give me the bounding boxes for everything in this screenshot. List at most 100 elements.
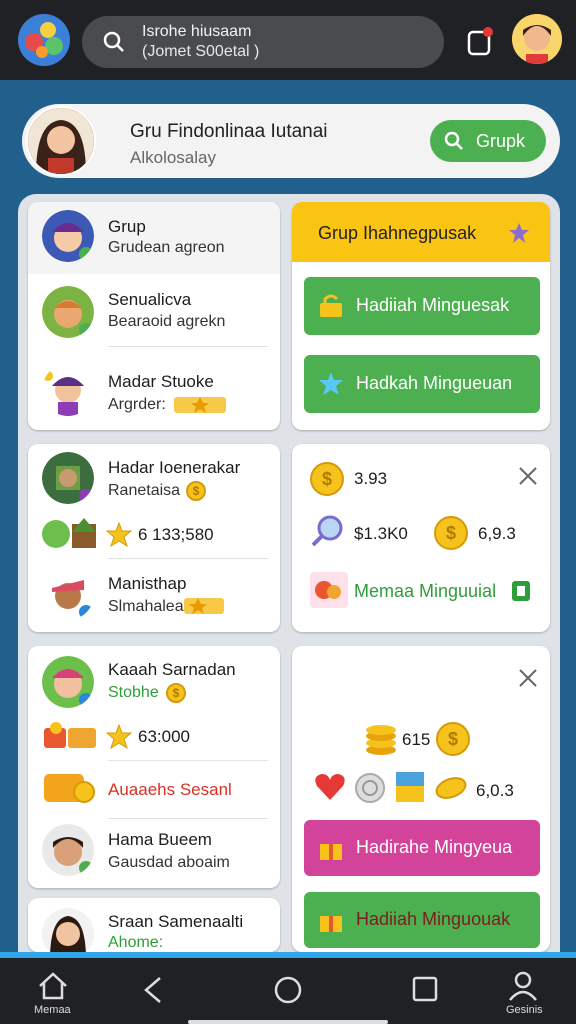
weekly-reward-label-green: Hadiiah Minguouak — [356, 909, 511, 929]
activity-card: Kaaah Sarnadan Stobhe $ 63:000 Auaaehs S… — [28, 646, 280, 888]
list-item[interactable]: Senualicva Bearaoid agrekn — [28, 274, 280, 352]
star-icon — [318, 371, 344, 402]
member-name: Hadar Ioenerakar — [108, 458, 241, 477]
member-subtitle: Ranetaisa — [108, 482, 181, 499]
member-card-partial: Sraan Samenaalti Ahome: — [28, 898, 280, 952]
gift-icon — [318, 836, 344, 867]
coin-icon: $ — [186, 481, 206, 501]
list-item[interactable]: Sraan Samenaalti Ahome: — [28, 898, 280, 952]
member-name: Senualicva — [108, 290, 192, 309]
search-text-line1: Isrohe hiusaam — [142, 23, 252, 40]
coin-icon: $ — [166, 683, 186, 703]
weekly-reward-label-2: Hadkah Mingueuan — [356, 373, 513, 393]
search-icon — [103, 31, 124, 52]
notification-icon[interactable] — [466, 26, 496, 58]
reward-badge-icon — [174, 395, 226, 420]
user-avatar[interactable] — [512, 14, 562, 64]
avatar-face-icon — [42, 656, 94, 708]
member-subtitle: Ahome: — [108, 934, 164, 951]
coin-value: 6,9.3 — [478, 524, 516, 543]
list-item[interactable]: Auaaehs Sesanl — [28, 762, 280, 816]
member-name: Madar Stuoke — [108, 372, 214, 391]
back-icon[interactable] — [140, 974, 166, 1006]
coin-icon: $ — [436, 722, 470, 756]
gift-icon — [318, 908, 344, 939]
reward-badge-icon — [184, 596, 224, 621]
group-avatar — [26, 106, 96, 176]
list-item[interactable]: Madar Stuoke Argrder: — [28, 352, 280, 430]
avatar-face-icon — [42, 210, 94, 262]
member-subtitle: Slmahalea — [108, 598, 184, 615]
grup-search-button[interactable]: Grupk — [430, 120, 546, 162]
member-avatar — [42, 210, 94, 262]
weekly-reward-button-pink[interactable]: Hadirahe Mingyeua — [304, 820, 540, 876]
list-item[interactable]: 6 133;580 — [28, 510, 280, 558]
coin-icon: $ — [434, 516, 468, 550]
member-avatar — [42, 286, 94, 338]
member-avatar — [42, 568, 94, 620]
star-icon — [105, 723, 133, 755]
reward-value: 6 133;580 — [138, 525, 214, 544]
logo-icon — [25, 22, 63, 58]
wallet-icon — [42, 770, 96, 811]
app-logo[interactable] — [18, 14, 70, 66]
nav-account-label: Gesinis — [506, 1004, 543, 1016]
home-circle-icon[interactable] — [272, 974, 304, 1006]
home-icon — [39, 972, 67, 1000]
divider — [108, 760, 268, 761]
group-subtitle: Alkolosalay — [130, 148, 216, 167]
weekly-reward-button-2[interactable]: Hadkah Mingueuan — [304, 355, 540, 413]
account-icon — [509, 971, 537, 1001]
search-bar[interactable]: Isrohe hiusaam (Jomet S00etal ) — [82, 16, 444, 68]
list-item[interactable]: Hadar Ioenerakar Ranetaisa $ — [28, 444, 280, 510]
avatar-face-icon — [42, 824, 94, 876]
nav-home-label: Memaa — [34, 1004, 71, 1016]
reward-collection-card: 615 $ 6,0.3 Hadirahe Mingyeua Hadiiah Mi… — [292, 646, 550, 952]
member-name: Sraan Samenaalti — [108, 912, 244, 931]
weekly-reward-button[interactable]: Hadiiah Minguesak — [304, 277, 540, 335]
lock-icon — [318, 293, 344, 324]
avatar-face-icon — [42, 364, 94, 416]
heart-icon — [314, 772, 346, 807]
treasure-icon — [394, 770, 426, 809]
recent-apps-icon[interactable] — [410, 974, 440, 1006]
member-list-card: Grup Grudean agreon Senualicva Bearaoid … — [28, 202, 280, 430]
gold-bar-icon — [434, 774, 468, 807]
avatar-face-icon — [42, 908, 94, 952]
member-subtitle: Stobhe — [108, 684, 159, 701]
search-text-line2: (Jomet S00etal ) — [142, 43, 260, 60]
avatar-face-icon — [42, 452, 94, 504]
list-item[interactable]: Kaaah Sarnadan Stobhe $ — [28, 646, 280, 714]
plant-icon — [42, 518, 98, 555]
member-link[interactable]: Memaa Minguuial — [354, 581, 496, 602]
close-icon[interactable] — [518, 668, 538, 688]
avatar-face-icon — [28, 108, 94, 174]
list-item[interactable]: Manisthap Slmahalea — [28, 560, 280, 632]
weekly-reward-button-green[interactable]: Hadiiah Minguouak — [304, 892, 540, 948]
gift-box-icon — [42, 720, 98, 757]
silver-coin-icon — [354, 772, 386, 809]
weekly-reward-label: Hadiiah Minguesak — [356, 295, 510, 315]
member-name: Kaaah Sarnadan — [108, 660, 236, 679]
nav-home[interactable]: Memaa — [34, 970, 71, 1016]
member-avatar — [42, 824, 94, 876]
divider — [108, 558, 268, 559]
search-icon — [444, 131, 463, 150]
star-icon — [105, 521, 133, 553]
balance-value: $1.3K0 — [354, 524, 408, 543]
avatar-face-icon — [42, 568, 94, 620]
avatar-face-icon — [512, 14, 562, 64]
weekly-reward-label-pink: Hadirahe Mingyeua — [356, 837, 513, 857]
coin-stack-icon — [364, 724, 398, 761]
member-name: Hama Bueem — [108, 830, 212, 849]
list-item[interactable]: 63:000 — [28, 714, 280, 760]
close-icon[interactable] — [518, 466, 538, 486]
coin-value: 3.93 — [354, 469, 388, 488]
grup-button-label: Grupk — [476, 131, 526, 151]
nav-account[interactable]: Gesinis — [506, 970, 546, 1016]
list-item[interactable]: Grup Grudean agreon — [28, 202, 280, 274]
member-subtitle: Gausdad aboaim — [108, 854, 230, 871]
list-item[interactable]: Hama Bueem Gausdad aboaim — [28, 818, 280, 888]
card-header: Grup Ihahnegpusak — [292, 202, 550, 262]
member-avatar — [42, 452, 94, 504]
